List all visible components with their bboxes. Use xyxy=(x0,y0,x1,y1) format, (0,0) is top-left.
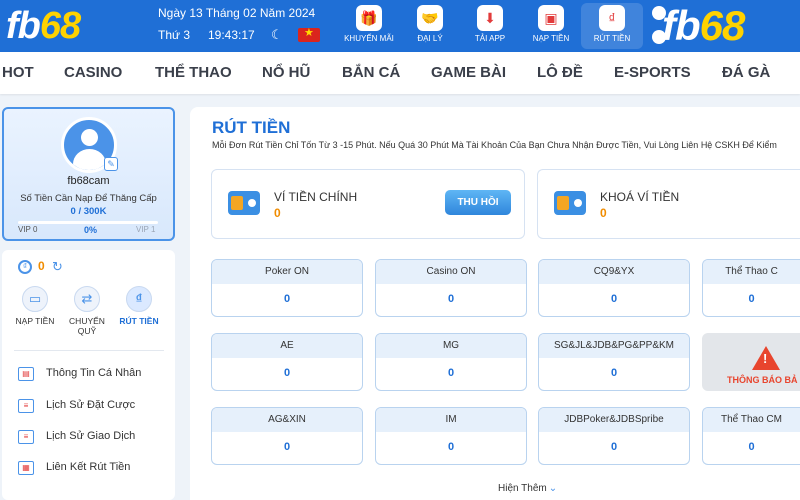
quick-deposit-button[interactable]: ▭ NẠP TIỀN xyxy=(8,286,62,326)
sidebar-item-bet-history[interactable]: ≡ Lịch Sử Đặt Cược xyxy=(18,398,168,418)
nav-deposit-button[interactable]: ▣ NẠP TIỀN xyxy=(520,3,582,49)
page-title: RÚT TIỀN xyxy=(212,118,291,137)
wallet-icon: ▭ xyxy=(22,286,48,312)
chevron-down-icon: ⌄ xyxy=(548,483,558,494)
money-bag-icon: ₫ xyxy=(599,5,625,31)
sidebar-item-personal-info[interactable]: ▤ Thông Tin Cá Nhân xyxy=(18,366,168,386)
coin-icon: ₫ xyxy=(18,260,32,274)
wallet-icon: ▣ xyxy=(538,5,564,31)
edit-avatar-icon[interactable]: ✎ xyxy=(104,157,118,171)
sidebar-balance: 0 xyxy=(38,259,45,273)
game-wallet-card[interactable]: JDBPoker&JDBSpribe 0 xyxy=(538,407,690,465)
id-card-icon: ▤ xyxy=(18,367,34,381)
category-slots[interactable]: NỔ HŨ xyxy=(262,64,310,81)
game-wallet-card[interactable]: Thể Thao C 0 xyxy=(702,259,800,317)
quick-withdraw-button[interactable]: ₫ RÚT TIỀN xyxy=(112,286,166,326)
recall-funds-button[interactable]: THU HỒI xyxy=(445,190,511,215)
withdraw-notice: Mỗi Đơn Rút Tiền Chỉ Tốn Từ 3 -15 Phút. … xyxy=(212,140,777,150)
handshake-icon: 🤝 xyxy=(417,5,443,31)
game-wallet-card[interactable]: AE 0 xyxy=(211,333,363,391)
vip-current-level: VIP 0 xyxy=(18,225,38,234)
warning-icon xyxy=(752,346,780,370)
main-wallet-card: VÍ TIỀN CHÍNH 0 THU HỒI xyxy=(211,169,525,239)
category-fishing[interactable]: BẮN CÁ xyxy=(342,64,400,81)
game-wallet-card[interactable]: Thể Thao CM 0 xyxy=(702,407,800,465)
game-wallet-card[interactable]: Poker ON 0 xyxy=(211,259,363,317)
vietnam-flag-icon[interactable] xyxy=(298,26,320,42)
current-time: 19:43:17 xyxy=(208,28,255,42)
vip-progress-percent: 0% xyxy=(84,225,98,235)
show-more-button[interactable]: Hiện Thêm ⌄ xyxy=(498,483,557,494)
upgrade-requirement-value: 0 / 300K xyxy=(70,206,107,217)
bet-history-icon: ≡ xyxy=(18,399,34,413)
wallet-icon xyxy=(228,191,260,215)
vip-progress-bar xyxy=(18,221,158,224)
category-lottery[interactable]: LÔ ĐỀ xyxy=(537,64,583,81)
top-header: fb68 Ngày 13 Tháng 02 Năm 2024 Thứ 3 19:… xyxy=(0,0,800,52)
sidebar-item-withdraw-link[interactable]: ▦ Liên Kết Rút Tiền xyxy=(18,460,168,480)
current-weekday: Thứ 3 xyxy=(158,28,191,42)
main-wallet-balance: 0 xyxy=(274,206,281,220)
download-app-icon: ⬇ xyxy=(477,5,503,31)
game-wallet-card[interactable]: SG&JL&JDB&PG&PP&KM 0 xyxy=(538,333,690,391)
game-wallet-card[interactable]: AG&XIN 0 xyxy=(211,407,363,465)
category-cockfighting[interactable]: ĐÁ GÀ xyxy=(722,64,770,81)
category-card-games[interactable]: GAME BÀI xyxy=(431,64,506,81)
sidebar-item-transaction-history[interactable]: ≡ Lịch Sử Giao Dịch xyxy=(18,429,168,449)
category-nav: HOT CASINO THỂ THAO NỔ HŨ BẮN CÁ GAME BÀ… xyxy=(0,52,800,94)
refresh-icon[interactable]: ↻ xyxy=(52,259,63,275)
quick-transfer-button[interactable]: ⇄ CHUYỂN QUỸ xyxy=(60,286,114,336)
game-wallet-card[interactable]: MG 0 xyxy=(375,333,527,391)
locked-wallet-card: KHOÁ VÍ TIỀN 0 xyxy=(537,169,800,239)
profile-card: ✎ fb68cam Số Tiền Cần Nạp Để Thăng Cấp 0… xyxy=(2,107,175,241)
maintenance-wallet-card: THÔNG BÁO BẢ xyxy=(702,333,800,391)
locked-wallet-icon xyxy=(554,191,586,215)
nav-agent-button[interactable]: 🤝 ĐẠI LÝ xyxy=(399,3,461,49)
withdraw-panel: RÚT TIỀN Mỗi Đơn Rút Tiền Chỉ Tốn Từ 3 -… xyxy=(190,107,800,500)
category-esports[interactable]: E-SPORTS xyxy=(614,64,691,81)
bank-link-icon: ▦ xyxy=(18,461,34,475)
username: fb68cam xyxy=(67,175,110,187)
game-wallet-card[interactable]: Casino ON 0 xyxy=(375,259,527,317)
fb68-logo[interactable]: fb68 xyxy=(6,6,81,46)
gift-icon: 🎁 xyxy=(356,5,382,31)
current-date: Ngày 13 Tháng 02 Năm 2024 xyxy=(158,6,316,20)
nav-promotions-button[interactable]: 🎁 KHUYẾN MÃI xyxy=(338,3,400,49)
moon-icon[interactable]: ☾ xyxy=(271,27,283,43)
upgrade-requirement-label: Số Tiền Cần Nạp Để Thăng Cấp xyxy=(20,193,157,204)
nav-withdraw-button[interactable]: ₫ RÚT TIỀN xyxy=(581,3,643,49)
transfer-icon: ⇄ xyxy=(74,286,100,312)
game-wallet-card[interactable]: IM 0 xyxy=(375,407,527,465)
money-bag-icon: ₫ xyxy=(126,286,152,312)
game-wallet-card[interactable]: CQ9&YX 0 xyxy=(538,259,690,317)
fb68-watermark-logo: fb68 xyxy=(662,2,745,49)
account-sidebar: ₫ 0 ↻ ▭ NẠP TIỀN ⇄ CHUYỂN QUỸ ₫ RÚT TIỀN… xyxy=(2,250,175,500)
category-hot[interactable]: HOT xyxy=(2,64,34,81)
category-casino[interactable]: CASINO xyxy=(64,64,122,81)
locked-wallet-balance: 0 xyxy=(600,206,607,220)
divider xyxy=(14,350,164,351)
maintenance-label: THÔNG BÁO BẢ xyxy=(727,375,798,385)
vip-next-level: VIP 1 xyxy=(136,225,156,234)
nav-download-app-button[interactable]: ⬇ TẢI APP xyxy=(459,3,521,49)
category-sports[interactable]: THỂ THAO xyxy=(155,64,232,81)
transaction-history-icon: ≡ xyxy=(18,430,34,444)
